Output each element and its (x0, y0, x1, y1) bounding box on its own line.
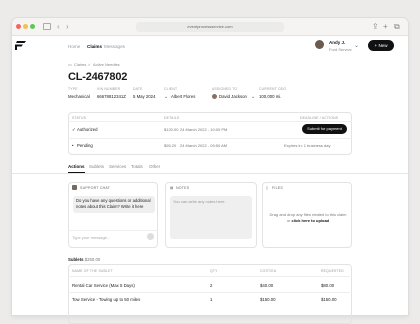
meta-label-client: CLIENT (164, 87, 178, 91)
tab-other[interactable]: Other (149, 164, 160, 169)
tab-actions[interactable]: Actions (68, 164, 85, 169)
deadline-column-header: DEADLINE / ACTIONS (300, 116, 339, 120)
sublets-title: Sublets (68, 257, 84, 262)
chevron-down-icon[interactable]: ⌄ (354, 42, 359, 49)
meta-value-date: 5 May 2024 (133, 94, 156, 99)
pending-dot-icon: • (72, 143, 74, 148)
meta-value-odo: 100,000 mi. (259, 94, 282, 99)
files-title: FILES (272, 186, 283, 190)
close-window-button[interactable] (16, 24, 21, 29)
claim-id-title: CL-2467802 (68, 71, 128, 83)
sidebar-toggle-icon[interactable] (43, 23, 51, 30)
file-icon: ▯ (266, 186, 269, 190)
tabs-overview-icon[interactable]: ⧉ (394, 21, 400, 33)
sublet-row-1-requested: $80.00 (321, 283, 335, 288)
divider (68, 121, 352, 122)
sublets-table (68, 264, 352, 324)
pending-amount: $95.20 (164, 143, 177, 148)
check-icon: ✓ (72, 127, 76, 132)
table-header-cost: COST/EA (260, 269, 277, 273)
address-bar[interactable]: eventprocessservice.com (136, 22, 284, 32)
active-tab-indicator (68, 172, 85, 173)
support-agent-avatar (72, 185, 77, 190)
minimize-window-button[interactable] (23, 24, 28, 29)
meta-label-odo: CURRENT ODO (259, 87, 287, 91)
send-button[interactable] (147, 233, 154, 240)
sublet-row-1-name: Rental Car Service (Max 5 Days) (72, 283, 135, 288)
back-arrow-icon[interactable]: ‹ (57, 21, 60, 33)
notes-title: NOTES (176, 186, 190, 190)
share-icon[interactable]: ⇪ (372, 21, 379, 33)
chevron-down-icon[interactable]: ⌄ (251, 94, 255, 100)
nav-messages[interactable]: Messages (104, 44, 125, 49)
breadcrumb-root[interactable]: Claims (74, 62, 86, 67)
sublet-row-1-qty: 2 (210, 283, 213, 288)
new-button-label: New (378, 43, 388, 48)
meta-label-assigned: ASSIGNED TO (212, 87, 238, 91)
app-logo-icon[interactable] (15, 41, 26, 50)
meta-value-assigned[interactable]: David Jackson (219, 94, 247, 99)
user-company: Ford Service (329, 47, 352, 52)
chat-input[interactable]: Type your message... (72, 235, 110, 240)
sublets-heading: Sublets $250.00 (68, 257, 100, 262)
status-column-header: STATUS (72, 116, 87, 120)
user-avatar[interactable] (315, 40, 324, 49)
nav-home[interactable]: Home (68, 44, 80, 49)
meta-value-client[interactable]: Albert Flores (171, 94, 195, 99)
file-dropzone[interactable]: Drag and drop any files related to this … (268, 212, 348, 223)
upload-link[interactable]: click here to upload (292, 218, 330, 223)
maximize-window-button[interactable] (30, 24, 35, 29)
pending-date: 24 March 2022 - 09:50 AM (180, 143, 228, 148)
table-divider (68, 292, 352, 293)
authorized-amount: $120.00 (164, 127, 179, 132)
notes-icon: ▤ (170, 186, 174, 190)
tab-totals[interactable]: Totals (131, 164, 143, 169)
notes-textarea[interactable]: You can write any notes here. (170, 196, 252, 239)
meta-value-type: Mechanical (68, 94, 90, 99)
details-column-header: DETAILS (164, 116, 180, 120)
meta-label-type: TYPE (68, 87, 78, 91)
meta-label-vin: VIN NUMBER (97, 87, 121, 91)
meta-value-vin: 66678812341Z (97, 94, 126, 99)
sublet-row-1-cost: $40.00 (260, 283, 274, 288)
assignee-avatar (212, 94, 217, 99)
breadcrumb-separator: > (88, 62, 91, 67)
table-divider (68, 276, 352, 277)
status-pending: Pending (77, 143, 93, 148)
tab-services[interactable]: Services (109, 164, 126, 169)
divider (68, 230, 158, 231)
sublet-row-2-requested: $150.00 (321, 297, 337, 302)
tab-sublets[interactable]: Sublets (89, 164, 104, 169)
table-header-qty: QTY (210, 269, 218, 273)
chevron-down-icon[interactable]: ⌄ (164, 94, 168, 100)
table-header-name: NAME OF THE SUBLET (72, 269, 113, 273)
submit-for-payment-button[interactable]: Submit for payment (302, 124, 347, 134)
new-tab-icon[interactable]: + (383, 21, 388, 33)
forward-arrow-icon[interactable]: › (66, 21, 69, 33)
support-chat-title: SUPPORT CHAT (80, 186, 111, 190)
sublet-row-2-name: Tow Service - Towing up to 50 miles (72, 297, 141, 302)
sublet-row-2-cost: $150.00 (260, 297, 276, 302)
nav-claims[interactable]: Claims (87, 44, 102, 49)
chat-message: Do you have any questions or additional … (73, 196, 155, 213)
sublet-row-2-qty: 1 (210, 297, 213, 302)
pending-expiry: Expires in: 1 business day (284, 143, 331, 148)
status-authorized: Authorized (77, 127, 98, 132)
meta-label-date: DATE (133, 87, 143, 91)
authorized-date: 24 March 2022 - 10:00 PM (180, 127, 228, 132)
new-button[interactable]: + New (368, 40, 394, 51)
table-header-requested: REQUESTED (321, 269, 344, 273)
breadcrumb-current: Active Needles (93, 62, 120, 67)
claims-folder-icon: ▭ (68, 62, 72, 67)
divider (68, 138, 352, 139)
user-name: Andy J. (329, 40, 346, 45)
sublets-total: $250.00 (84, 257, 101, 262)
tabs-divider (12, 173, 408, 174)
